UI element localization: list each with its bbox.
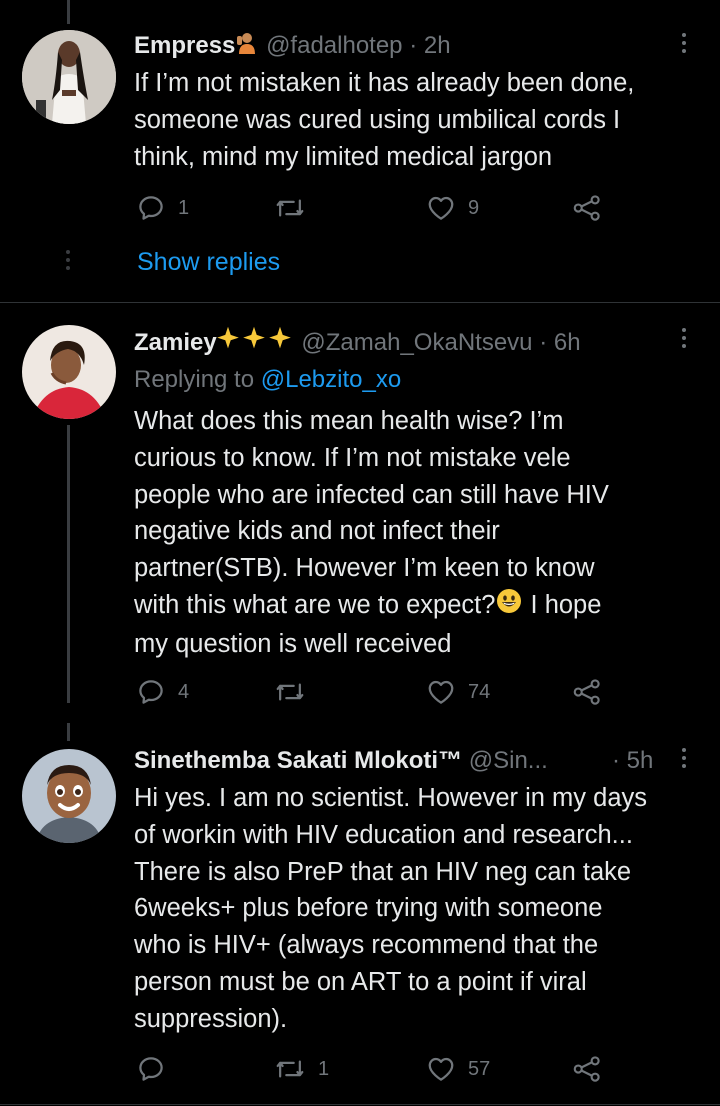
- like-count: 74: [468, 680, 491, 703]
- retweet-icon: [276, 1060, 304, 1078]
- tweet-text-line: partner(STB). However I’m keen to know: [134, 554, 595, 583]
- reply-icon: [139, 680, 163, 704]
- tweet-text-line: who is HIV+ (always recommend that the: [134, 931, 599, 960]
- like-count: 57: [468, 1057, 491, 1080]
- tweet-text-segment: with this what are we to expect?: [134, 591, 496, 620]
- thread-line: [67, 425, 70, 703]
- tweet-text-line: of workin with HIV education and researc…: [134, 820, 633, 849]
- handle: @Zamah_OkaNtsevu: [301, 328, 533, 356]
- more-replies-indicator: [66, 250, 70, 272]
- retweet-button[interactable]: [274, 191, 318, 225]
- display-name[interactable]: Sinethemba Sakati Mlokoti™: [134, 747, 462, 774]
- retweet-icon: [276, 199, 304, 217]
- avatar[interactable]: [22, 749, 116, 843]
- tweet-zamiey[interactable]: Zamiey @Zamah_OkaNtsevu · 6h Replying to…: [0, 303, 720, 723]
- tweet-text-line: curious to know. If I’m not mistake vele: [134, 443, 571, 472]
- reply-count: 1: [178, 196, 190, 219]
- heart-icon: [428, 680, 454, 704]
- timestamp[interactable]: 2h: [424, 32, 451, 59]
- thread-line-top: [67, 0, 70, 24]
- reply-icon: [139, 1057, 163, 1081]
- handle: @Sin...: [468, 747, 548, 774]
- share-button[interactable]: [572, 675, 602, 709]
- tweet-text: What does this mean health wise? I’m cur…: [134, 403, 702, 663]
- separator-dot: ·: [539, 328, 548, 356]
- sparkles-emoji: [216, 325, 295, 357]
- tweet-header: Sinethemba Sakati Mlokoti™ @Sin...: [134, 745, 640, 777]
- tweet-actions: 1 9: [134, 191, 624, 225]
- tweet-actions: 4 74: [134, 675, 624, 709]
- display-name[interactable]: Empress: [134, 32, 235, 59]
- tweet-text-line: negative kids and not infect their: [134, 517, 500, 546]
- tweet-text-line: with this what are we to expect? I hope: [134, 587, 702, 626]
- tweet-text-line: There is also PreP that an HIV neg can t…: [134, 857, 632, 886]
- retweet-count: 1: [318, 1057, 330, 1080]
- share-icon: [573, 679, 600, 705]
- replying-to-label: Replying to: [134, 366, 255, 393]
- tweet-text-line: person must be on ART to a point if vira…: [134, 967, 587, 996]
- share-button[interactable]: [572, 191, 602, 225]
- show-replies-link[interactable]: Show replies: [137, 246, 280, 278]
- like-button[interactable]: 57: [426, 1052, 490, 1086]
- person-gesturing-emoji: [235, 30, 259, 62]
- tweet-text: Hi yes. I am no scientist. However in my…: [134, 780, 702, 1038]
- retweet-button[interactable]: [274, 675, 318, 709]
- timestamp[interactable]: 6h: [554, 329, 581, 356]
- more-options-icon[interactable]: [674, 747, 694, 777]
- separator-dot: ·: [409, 32, 418, 59]
- tweet-text-line: If I’m not mistaken it has already been …: [134, 69, 635, 97]
- tweet-text-line: someone was cured using umbilical cords …: [134, 105, 621, 134]
- reply-button[interactable]: [136, 1052, 178, 1086]
- reply-icon: [139, 196, 163, 220]
- separator-dot: ·: [612, 747, 620, 774]
- grinning-face-emoji: [495, 587, 523, 626]
- tweet-text-segment: I hope: [523, 591, 602, 620]
- tweet-text: If I’m not mistaken it has already been …: [134, 65, 702, 175]
- tweet-text-line: my question is well received: [134, 629, 452, 658]
- tweet-text-line: Hi yes. I am no scientist. However in my…: [134, 784, 648, 812]
- retweet-button[interactable]: 1: [274, 1052, 329, 1086]
- heart-icon: [428, 1057, 454, 1081]
- replying-to: Replying to @Lebzito_xo: [134, 364, 401, 396]
- avatar[interactable]: [22, 325, 116, 419]
- tweet-time: · 5h: [612, 745, 653, 777]
- like-count: 9: [468, 196, 480, 219]
- tweet-sinethemba[interactable]: Sinethemba Sakati Mlokoti™ @Sin... · 5h …: [0, 723, 720, 1106]
- more-options-icon[interactable]: [674, 327, 694, 357]
- handle: @fadalhotep: [266, 32, 403, 59]
- tweet-text-line: suppression).: [134, 1004, 288, 1033]
- tweet-text-line: people who are infected can still have H…: [134, 480, 609, 509]
- replying-to-handle[interactable]: @Lebzito_xo: [261, 366, 401, 393]
- like-button[interactable]: 74: [426, 675, 490, 709]
- heart-icon: [428, 196, 454, 220]
- retweet-icon: [276, 683, 304, 701]
- tweet-header: Empress @fadalhotep · 2h: [134, 30, 660, 62]
- tweet-empress[interactable]: Empress @fadalhotep · 2h If I’m not mist…: [0, 0, 720, 302]
- share-icon: [573, 1056, 600, 1082]
- tweet-actions: 1 57: [134, 1052, 624, 1086]
- display-name[interactable]: Zamiey: [134, 329, 217, 356]
- share-button[interactable]: [572, 1052, 602, 1086]
- reply-button[interactable]: 1: [136, 191, 189, 225]
- like-button[interactable]: 9: [426, 191, 479, 225]
- more-options-icon[interactable]: [674, 32, 694, 62]
- thread-line-top: [67, 723, 70, 741]
- reply-button[interactable]: 4: [136, 675, 189, 709]
- tweet-header: Zamiey @Zamah_OkaNtsevu · 6h: [134, 325, 660, 357]
- share-icon: [573, 195, 600, 221]
- divider: [0, 1104, 720, 1105]
- tweet-text-line: think, mind my limited medical jargon: [134, 142, 553, 171]
- timestamp[interactable]: 5h: [627, 747, 654, 774]
- tweet-text-line: 6weeks+ plus before trying with someone: [134, 894, 603, 923]
- tweet-text-line: What does this mean health wise? I’m: [134, 407, 564, 435]
- avatar[interactable]: [22, 30, 116, 124]
- reply-count: 4: [178, 680, 190, 703]
